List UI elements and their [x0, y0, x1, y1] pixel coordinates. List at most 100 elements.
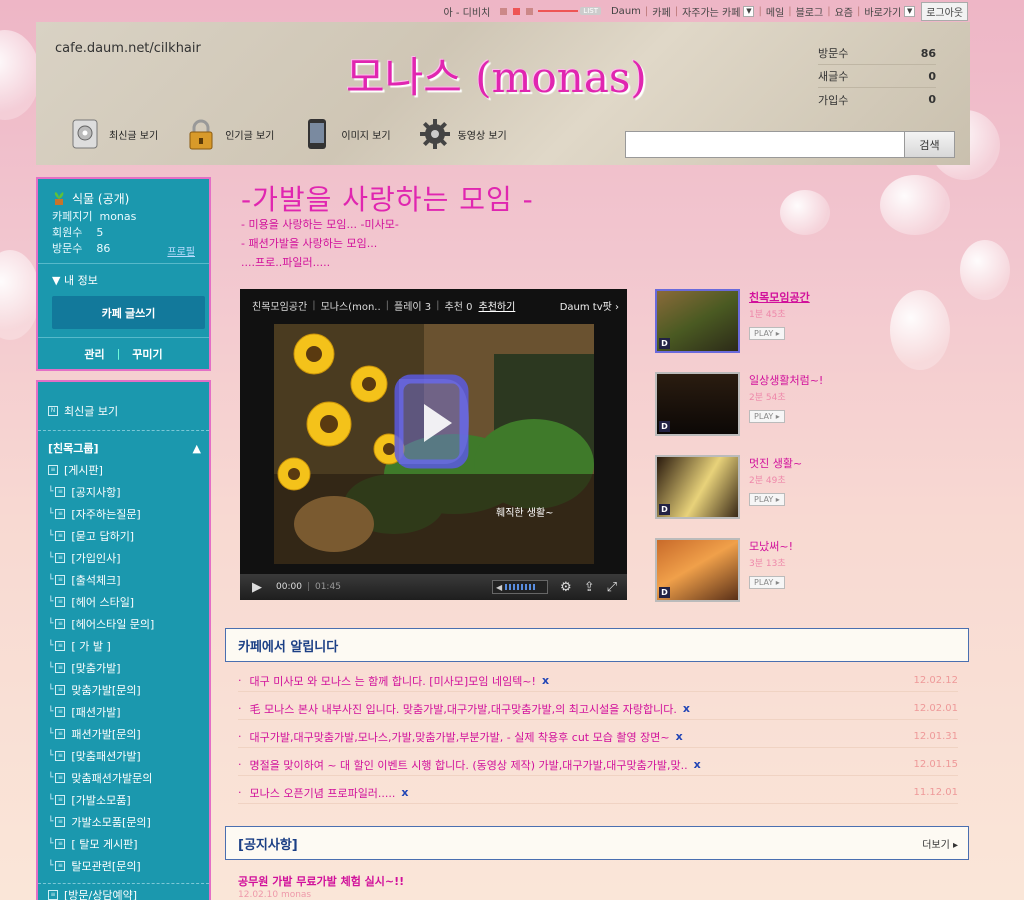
share-icon[interactable]: ⇪	[584, 580, 595, 595]
favorite-cafe-link[interactable]: 자주가는 카페	[682, 4, 740, 19]
menu-item[interactable]: ≡ [방문/상담예약]	[38, 883, 209, 900]
menu-item[interactable]: ≡ [맞춤패션가발]	[38, 745, 209, 767]
play-button[interactable]: PLAY ▸	[749, 576, 785, 589]
menu-item-label: 탈모관련[문의]	[71, 860, 141, 873]
play-button[interactable]: PLAY ▸	[749, 410, 785, 423]
fullscreen-icon[interactable]: ⤢	[607, 580, 617, 595]
mail-link[interactable]: 메일	[766, 4, 784, 19]
collapse-icon[interactable]: ▲	[193, 442, 201, 455]
video-title[interactable]: 모났써~!	[749, 538, 793, 554]
menu-item-label: [출석체크]	[71, 574, 121, 587]
my-info-toggle[interactable]: ▼ 내 정보	[52, 272, 195, 288]
board-icon: ≡	[55, 729, 66, 739]
nav-images[interactable]: 이미지 보기	[302, 118, 391, 150]
yozm-link[interactable]: 요즘	[835, 4, 853, 19]
prev-icon[interactable]	[500, 7, 508, 15]
menu-item[interactable]: ≡ 패션가발[문의]	[38, 723, 209, 745]
notice-post-title[interactable]: 공무원 가발 무료가발 체험 실시~!!	[238, 873, 404, 889]
chevron-down-icon[interactable]: ▼	[904, 5, 916, 17]
menu-item[interactable]: ≡ [헤어 스타일]	[38, 591, 209, 613]
manager-row: 카페지기 monas	[52, 210, 137, 223]
board-icon: ≡	[55, 773, 66, 783]
menu-item[interactable]: ≡ [출석체크]	[38, 569, 209, 591]
settings-icon[interactable]: ⚙	[560, 580, 572, 595]
cafe-url[interactable]: cafe.daum.net/cilkhair	[55, 41, 201, 56]
play-button[interactable]: PLAY ▸	[749, 493, 785, 506]
search-button[interactable]: 검색	[905, 131, 955, 158]
shortcut-link[interactable]: 바로가기	[864, 4, 901, 19]
stat-joins: 가입수 0	[818, 93, 936, 107]
announce-text[interactable]: 대구 미사모 와 모나스 는 함께 합니다. [미사모]모임 네임텍~!	[250, 673, 536, 689]
menu-item[interactable]: ≡ [패션가발]	[38, 701, 209, 723]
volume-icon[interactable]: ◀	[492, 580, 549, 594]
video-title[interactable]: 친목모임공간	[749, 289, 810, 305]
menu-group-title[interactable]: [친목그룹] ▲	[38, 437, 209, 459]
announce-text[interactable]: 명절을 맞이하여 ~ 대 할인 이벤트 시행 합니다. (동영상 제작) 가발,…	[250, 757, 688, 773]
menu-item[interactable]: ≡ [헤어스타일 문의]	[38, 613, 209, 635]
menu-item[interactable]: ≡ [ 가 발 ]	[38, 635, 209, 657]
menu-item[interactable]: ≡ [자주하는질문]	[38, 503, 209, 525]
daum-link[interactable]: Daum	[611, 6, 641, 17]
daum-tvpot-link[interactable]: Daum tv팟 ›	[560, 298, 619, 313]
video-thumbnail[interactable]: D	[655, 372, 740, 436]
bg-bubble	[960, 240, 1010, 300]
nav-recent-posts[interactable]: 최신글 보기	[70, 118, 158, 150]
logout-button[interactable]: 로그아웃	[921, 1, 968, 21]
next-icon[interactable]	[526, 7, 534, 15]
duration: 01:45	[314, 582, 341, 592]
board-icon: ≡	[55, 663, 66, 673]
manage-link[interactable]: 관리	[84, 346, 104, 362]
cafe-title[interactable]: 모나스 (monas)	[346, 44, 647, 105]
announce-text[interactable]: 모나스 오픈기념 프로파일러.....	[250, 785, 396, 801]
menu-item[interactable]: ≡ [ 탈모 게시판]	[38, 833, 209, 855]
write-post-button[interactable]: 카페 글쓰기	[52, 296, 205, 329]
menu-item[interactable]: ≡ 맞춤가발[문의]	[38, 679, 209, 701]
volume-slider[interactable]	[538, 10, 579, 12]
video-thumbnail[interactable]: D	[655, 289, 740, 353]
menu-recent-posts[interactable]: N 최신글 보기	[38, 396, 209, 426]
video-title[interactable]: 일상생활처럼~!	[749, 372, 823, 388]
announce-item[interactable]: · 명절을 맞이하여 ~ 대 할인 이벤트 시행 합니다. (동영상 제작) 가발…	[238, 754, 958, 776]
notice-board-link[interactable]: [공지사항]	[238, 834, 298, 853]
play-button[interactable]: PLAY ▸	[749, 327, 785, 340]
stop-icon[interactable]	[513, 7, 521, 15]
announce-item[interactable]: · 毛 모나스 본사 내부사진 입니다. 맞춤가발,대구가발,대구맞춤가발,의 최…	[238, 698, 958, 720]
notice-heading: [공지사항] 더보기 ▸	[225, 826, 969, 860]
decorate-link[interactable]: 꾸미기	[132, 346, 162, 362]
announce-text[interactable]: 毛 모나스 본사 내부사진 입니다. 맞춤가발,대구가발,대구맞춤가발,의 최고…	[250, 701, 677, 717]
menu-item[interactable]: ≡ [맞춤가발]	[38, 657, 209, 679]
menu-item[interactable]: ≡ 탈모관련[문의]	[38, 855, 209, 877]
more-link[interactable]: 더보기 ▸	[922, 836, 958, 851]
video-title[interactable]: 멋진 생활~	[749, 455, 802, 471]
bullet: ·	[238, 758, 242, 771]
menu-item[interactable]: ≡ 맞춤패션가발문의	[38, 767, 209, 789]
menu-item[interactable]: ≡ [묻고 답하기]	[38, 525, 209, 547]
chevron-down-icon[interactable]: ▼	[743, 5, 755, 17]
cafe-link[interactable]: 카페	[652, 4, 670, 19]
bg-bubble	[0, 250, 40, 340]
video-thumbnail[interactable]: D	[655, 538, 740, 602]
video-thumbnail[interactable]: D	[655, 455, 740, 519]
board-icon: ≡	[48, 465, 58, 475]
search-input[interactable]	[625, 131, 905, 158]
play-icon[interactable]: ▶	[252, 580, 262, 595]
menu-item[interactable]: ≡ 가발소모품[문의]	[38, 811, 209, 833]
nav-popular-posts[interactable]: 인기글 보기	[186, 118, 274, 150]
bg-bubble	[880, 175, 950, 235]
nav-videos[interactable]: 동영상 보기	[419, 118, 507, 150]
menu-item[interactable]: ≡ [게시판]	[38, 459, 209, 481]
announce-item[interactable]: · 모나스 오픈기념 프로파일러..... x 11.12.01	[238, 782, 958, 804]
menu-item[interactable]: ≡ [공지사항]	[38, 481, 209, 503]
recommend-link[interactable]: 추천하기	[479, 298, 516, 313]
menu-item-label: [맞춤패션가발]	[71, 750, 141, 763]
video-screen[interactable]: 훼직한 생활~	[274, 324, 594, 564]
intro-line: - 패션가발을 사랑하는 모임...	[241, 237, 378, 250]
menu-item[interactable]: ≡ [가발소모품]	[38, 789, 209, 811]
list-button[interactable]: LIST	[580, 7, 601, 15]
menu-item[interactable]: ≡ [가입인사]	[38, 547, 209, 569]
profile-link[interactable]: 프로필	[167, 243, 195, 258]
announce-text[interactable]: 대구가발,대구맞춤가발,모나스,가발,맞춤가발,부분가발, - 실제 착용후 c…	[250, 729, 670, 745]
announce-item[interactable]: · 대구 미사모 와 모나스 는 함께 합니다. [미사모]모임 네임텍~! x 12…	[238, 670, 958, 692]
announce-item[interactable]: · 대구가발,대구맞춤가발,모나스,가발,맞춤가발,부분가발, - 실제 착용후 …	[238, 726, 958, 748]
blog-link[interactable]: 블로그	[796, 4, 824, 19]
